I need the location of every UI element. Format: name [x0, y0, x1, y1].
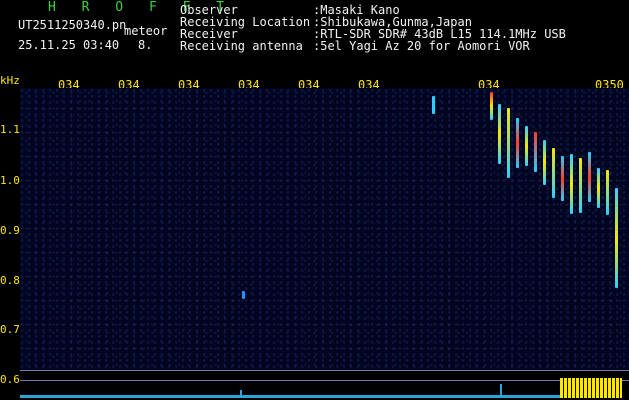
noise-background — [20, 88, 629, 370]
divider-line — [20, 370, 629, 371]
power-blip — [240, 390, 242, 396]
y-tick-4: 0.8 — [0, 274, 20, 287]
y-tick-5: 0.7 — [0, 323, 20, 336]
echo-streak — [597, 168, 600, 208]
event-type-label: meteor — [124, 24, 168, 38]
echo-streak — [588, 152, 591, 202]
echo-streak — [543, 140, 546, 185]
meta-row-antenna: Receiving antenna:5el Yagi Az 20 for Aom… — [180, 39, 530, 53]
power-blip — [500, 384, 502, 396]
echo-streak — [242, 291, 245, 299]
divider-line — [20, 380, 629, 381]
echo-streak — [498, 104, 501, 164]
echo-streak — [606, 170, 609, 215]
spectrogram-area — [20, 88, 629, 370]
echo-streak — [490, 92, 493, 120]
event-count-label: 8. — [138, 38, 153, 52]
y-axis-unit: kHz — [0, 74, 20, 87]
echo-streak — [561, 156, 564, 201]
metadata-block: Observer:Masaki Kano Receiving Location:… — [180, 4, 566, 52]
power-bars — [560, 378, 622, 398]
echo-streak — [534, 132, 537, 172]
header-panel: H R O F F T UT2511250340.pn meteor 25.11… — [0, 0, 629, 72]
echo-streak — [432, 96, 435, 114]
y-tick-2: 1.0 — [0, 174, 20, 187]
echo-streak — [579, 158, 582, 213]
y-tick-1: 1.1 — [0, 123, 20, 136]
echo-streak — [570, 154, 573, 214]
y-tick-6: 0.6 — [0, 373, 20, 386]
timestamp-label: 25.11.25 03:40 — [18, 38, 120, 52]
echo-streak — [516, 118, 519, 168]
echo-streak — [525, 126, 528, 166]
y-tick-3: 0.9 — [0, 224, 20, 237]
echo-streak — [615, 188, 618, 288]
echo-streak — [507, 108, 510, 178]
baseline-trace — [20, 395, 560, 398]
filename-label: UT2511250340.pn — [18, 18, 127, 32]
echo-streak — [552, 148, 555, 198]
